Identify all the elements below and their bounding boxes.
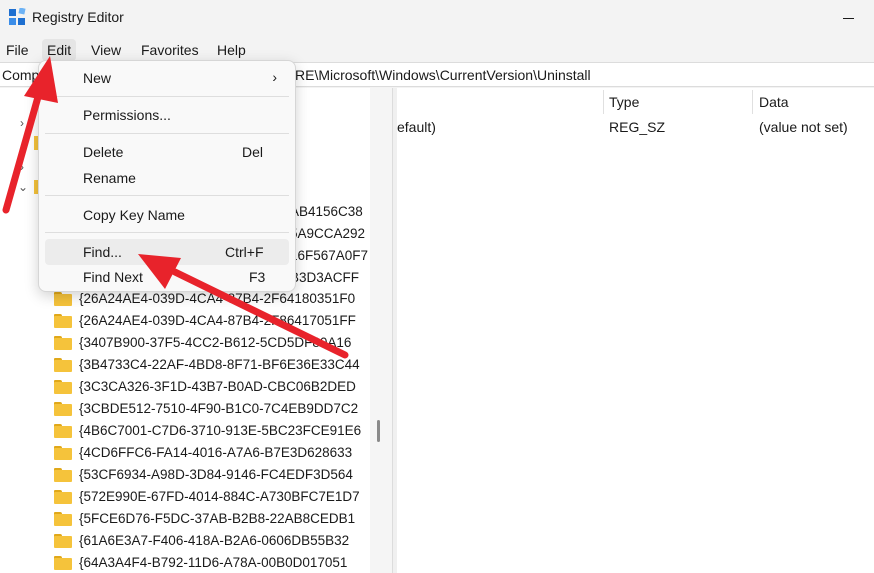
menu-item-label: Rename xyxy=(83,170,136,186)
menu-item-label: Copy Key Name xyxy=(83,207,185,223)
menu-item-shortcut: Del xyxy=(242,144,264,160)
menu-item-label: Find Next xyxy=(83,269,143,285)
scrollbar-thumb[interactable] xyxy=(377,420,380,442)
menu-item-copy-key-name[interactable]: Copy Key Name xyxy=(45,202,289,228)
value-data: (value not set) xyxy=(759,119,848,135)
folder-icon xyxy=(54,534,72,548)
tree-item-label: {4CD6FFC6-FA14-4016-A7A6-B7E3D628633 xyxy=(79,445,353,460)
menu-item-label: Find... xyxy=(83,244,122,260)
folder-icon xyxy=(54,512,72,526)
tree-item-label: {3407B900-37F5-4CC2-B612-5CD5DF80A16 xyxy=(79,335,352,350)
folder-icon xyxy=(54,380,72,394)
tree-item[interactable]: {3B4733C4-22AF-4BD8-8F71-BF6E36E33C44 xyxy=(0,354,370,376)
tree-item-label: {64A3A4F4-B792-11D6-A78A-00B0D017051 xyxy=(79,555,348,570)
tree-item-label: {61A6E3A7-F406-418A-B2A6-0606DB55B32 xyxy=(79,533,350,548)
tree-item-label: {26A24AE4-039D-4CA4-87B4-2F86417051FF xyxy=(79,313,356,328)
menu-item-label: Permissions... xyxy=(83,107,171,123)
tree-item[interactable]: {572E990E-67FD-4014-884C-A730BFC7E1D7 xyxy=(0,486,370,508)
tree-item-label: {5FCE6D76-F5DC-37AB-B2B8-22AB8CEDB1 xyxy=(79,511,356,526)
minimize-icon xyxy=(842,17,854,19)
menu-item-find[interactable]: Find... Ctrl+F xyxy=(45,239,289,265)
tree-item[interactable]: {61A6E3A7-F406-418A-B2A6-0606DB55B32 xyxy=(0,530,370,552)
tree-item[interactable]: {5FCE6D76-F5DC-37AB-B2B8-22AB8CEDB1 xyxy=(0,508,370,530)
address-path: RE\Microsoft\Windows\CurrentVersion\Unin… xyxy=(295,67,591,83)
window-title: Registry Editor xyxy=(32,9,124,25)
folder-icon xyxy=(54,468,72,482)
value-type: REG_SZ xyxy=(609,119,666,135)
tree-item[interactable]: {64A3A4F4-B792-11D6-A78A-00B0D017051 xyxy=(0,552,370,573)
tree-item-label: {572E990E-67FD-4014-884C-A730BFC7E1D7 xyxy=(79,489,360,504)
address-path-start: Comp xyxy=(2,67,40,83)
menu-item-shortcut: F3 xyxy=(249,269,266,285)
tree-item[interactable]: {3CBDE512-7510-4F90-B1C0-7C4EB9DD7C2 xyxy=(0,398,370,420)
folder-icon xyxy=(54,446,72,460)
folder-icon xyxy=(54,314,72,328)
menu-item-shortcut: Ctrl+F xyxy=(225,244,264,260)
chevron-right-icon: › xyxy=(272,69,277,85)
tree-item[interactable]: {4B6C7001-C7D6-3710-913E-5BC23FCE91E6 xyxy=(0,420,370,442)
folder-icon xyxy=(54,490,72,504)
column-divider[interactable] xyxy=(752,90,753,114)
tree-item[interactable]: {26A24AE4-039D-4CA4-87B4-2F86417051FF xyxy=(0,310,370,332)
menu-edit[interactable]: Edit xyxy=(42,39,77,61)
column-header-type[interactable]: Type xyxy=(609,94,639,110)
minimize-button[interactable] xyxy=(828,4,868,32)
folder-icon xyxy=(54,336,72,350)
chevron-right-icon[interactable]: › xyxy=(20,160,24,174)
registry-editor-icon xyxy=(9,8,26,25)
tree-item-label: {3B4733C4-22AF-4BD8-8F71-BF6E36E33C44 xyxy=(79,357,360,372)
folder-icon xyxy=(54,402,72,416)
menu-help[interactable]: Help xyxy=(212,39,251,61)
tree-item-label: {3CBDE512-7510-4F90-B1C0-7C4EB9DD7C2 xyxy=(79,401,359,416)
menu-file[interactable]: File xyxy=(1,39,34,61)
menu-item-delete[interactable]: Delete Del xyxy=(45,139,289,165)
tree-item-fragment[interactable]: AB4156C38 xyxy=(290,204,363,219)
tree-item-fragment[interactable]: 5A9CCA292 xyxy=(290,226,365,241)
menu-item-permissions[interactable]: Permissions... xyxy=(45,102,289,128)
menu-separator xyxy=(45,96,289,97)
menu-item-rename[interactable]: Rename xyxy=(45,165,289,191)
chevron-right-icon[interactable]: › xyxy=(20,116,24,130)
menu-item-new[interactable]: New › xyxy=(45,65,289,91)
tree-item-label: {4B6C7001-C7D6-3710-913E-5BC23FCE91E6 xyxy=(79,423,362,438)
folder-icon xyxy=(54,424,72,438)
chevron-down-icon[interactable]: ⌄ xyxy=(18,180,28,194)
tree-item[interactable]: {3C3CA326-3F1D-43B7-B0AD-CBC06B2DED xyxy=(0,376,370,398)
column-header-data[interactable]: Data xyxy=(759,94,789,110)
tree-item[interactable]: {53CF6934-A98D-3D84-9146-FC4EDF3D564 xyxy=(0,464,370,486)
tree-item-label: {53CF6934-A98D-3D84-9146-FC4EDF3D564 xyxy=(79,467,353,482)
menu-separator xyxy=(45,195,289,196)
tree-item-label: {3C3CA326-3F1D-43B7-B0AD-CBC06B2DED xyxy=(79,379,356,394)
tree-item[interactable]: {3407B900-37F5-4CC2-B612-5CD5DF80A16 xyxy=(0,332,370,354)
menu-item-label: New xyxy=(83,70,112,86)
tree-scrollbar[interactable] xyxy=(370,88,392,573)
tree-item[interactable]: {4CD6FFC6-FA14-4016-A7A6-B7E3D628633 xyxy=(0,442,370,464)
folder-icon xyxy=(54,556,72,570)
tree-item-label: {26A24AE4-039D-4CA4-87B4-2F64180351F0 xyxy=(79,291,356,306)
menu-item-find-next[interactable]: Find Next F3 xyxy=(45,264,289,290)
menu-item-label: Delete xyxy=(83,144,124,160)
title-bar: Registry Editor xyxy=(0,0,874,36)
menu-bar: File Edit View Favorites Help xyxy=(0,36,874,62)
menu-favorites[interactable]: Favorites xyxy=(136,39,204,61)
tree-item-fragment[interactable]: B3D3ACFF xyxy=(290,270,359,285)
folder-icon xyxy=(54,292,72,306)
menu-view[interactable]: View xyxy=(86,39,126,61)
edit-menu: New › Permissions... Delete Del Rename C… xyxy=(38,60,296,292)
tree-item-fragment[interactable]: 16F567A0F7 xyxy=(290,248,368,263)
column-divider[interactable] xyxy=(603,90,604,114)
menu-separator xyxy=(45,133,289,134)
value-list[interactable]: Type Data efault) REG_SZ (value not set) xyxy=(397,88,874,573)
folder-icon xyxy=(54,358,72,372)
menu-separator xyxy=(45,232,289,233)
value-name[interactable]: efault) xyxy=(397,119,436,135)
